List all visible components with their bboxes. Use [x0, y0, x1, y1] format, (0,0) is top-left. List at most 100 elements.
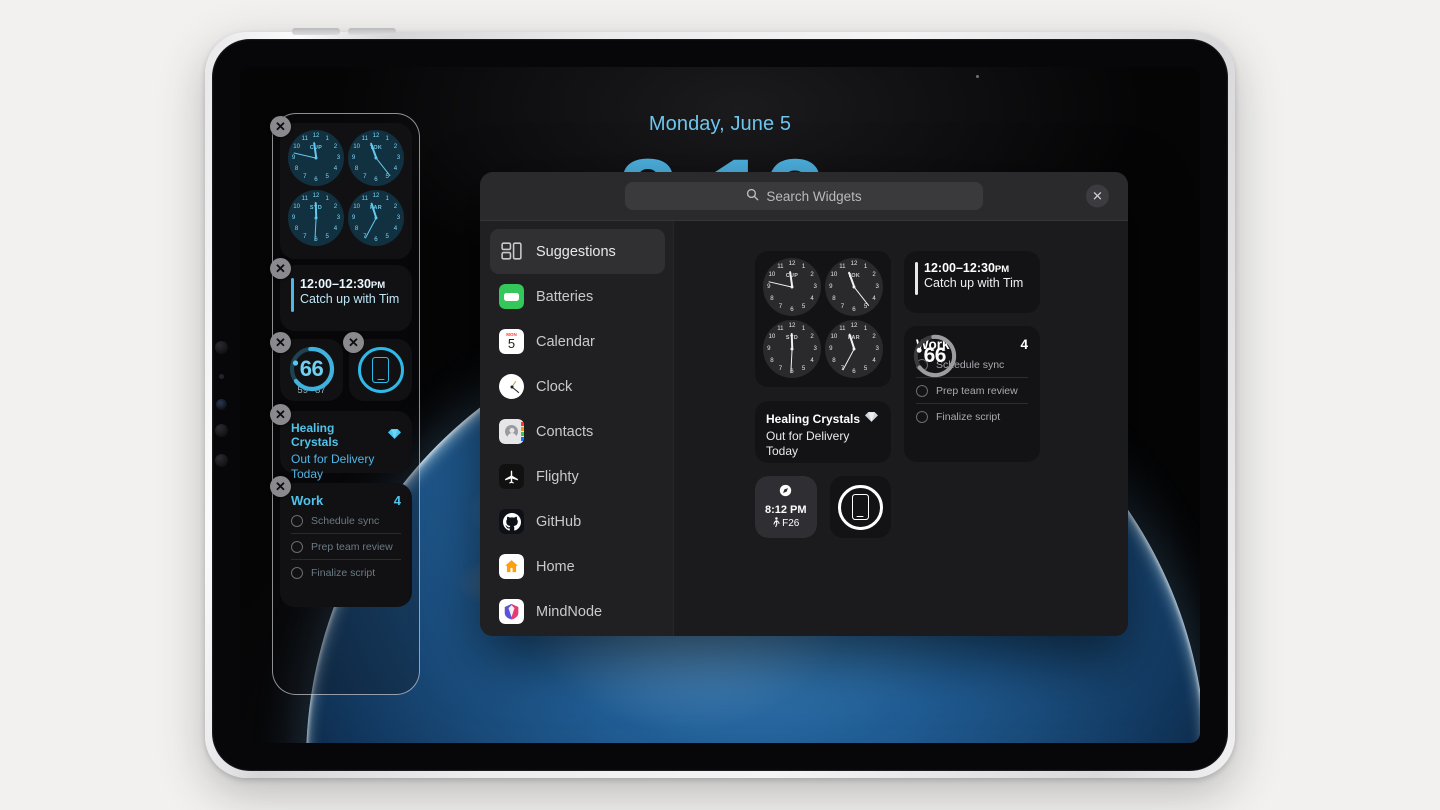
clock-numeral: 1 — [385, 194, 389, 202]
widget-app-label: Flighty — [536, 468, 579, 485]
stack-battery-value: 66 — [299, 355, 324, 381]
clock-numeral: 7 — [840, 303, 845, 311]
remove-world-clock-widget-button[interactable]: ✕ — [270, 116, 291, 137]
widget-app-row-contacts[interactable]: Contacts — [490, 409, 665, 454]
clock-minute-hand — [842, 348, 855, 371]
widget-app-row-mindnode[interactable]: MindNode — [490, 589, 665, 634]
home-icon — [499, 554, 524, 579]
preview-find-my-widget[interactable] — [829, 476, 891, 538]
remove-battery-widget-button[interactable]: ✕ — [270, 332, 291, 353]
clock-numeral: 6 — [374, 176, 378, 184]
clock-numeral: 2 — [393, 202, 398, 210]
stack-event-time: 12:00–12:30 — [300, 277, 371, 291]
clock-numeral: 3 — [396, 213, 401, 221]
clock-numeral: 10 — [353, 202, 360, 210]
reminder-item[interactable]: Prep team review — [291, 533, 401, 559]
clock-numeral: 8 — [832, 356, 836, 364]
batteries-icon — [499, 284, 524, 309]
widget-app-row-flighty[interactable]: Flighty — [490, 454, 665, 499]
world-clock-grid: 1 2 3 4 5 6 7 8 9 10 11 12 CUP 1 2 3 4 5 6 7 8 9 10 11 12 TOK 1 2 3 4… — [280, 123, 412, 253]
clock-numeral: 12 — [372, 191, 380, 199]
bezel-sensor-2 — [219, 374, 224, 379]
stack-event-widget[interactable]: 12:00–12:30PM Catch up with Tim — [280, 265, 412, 331]
volume-down-button[interactable] — [348, 28, 396, 35]
widget-app-row-batteries[interactable]: Batteries — [490, 274, 665, 319]
clock-numeral: 12 — [788, 259, 796, 267]
reminder-checkbox[interactable] — [916, 411, 928, 423]
clock-numeral: 9 — [829, 282, 833, 290]
reminder-item[interactable]: Finalize script — [916, 403, 1028, 429]
widget-app-label: Contacts — [536, 423, 594, 440]
reminder-item[interactable]: Prep team review — [916, 377, 1028, 403]
preview-shipment-widget[interactable]: Healing Crystals Out for Delivery Today — [755, 401, 891, 463]
clock-numeral: 8 — [770, 356, 774, 364]
clock-numeral: 10 — [293, 202, 300, 210]
clock-numeral: 1 — [385, 134, 389, 142]
preview-reminders-count: 4 — [1020, 337, 1028, 352]
clock-numeral: 2 — [333, 142, 338, 150]
preview-world-clock-widget[interactable]: 1 2 3 4 5 6 7 8 9 10 11 12 CUP 1 2 3 4 5 6 7 8 9 10 11 12 TOK 1 2 3 4… — [755, 251, 891, 387]
reminder-label: Finalize script — [936, 411, 1001, 423]
reminder-checkbox[interactable] — [291, 515, 303, 527]
clock-numeral: 1 — [801, 324, 806, 332]
widget-app-row-github[interactable]: GitHub — [490, 499, 665, 544]
stack-shipment-status: Out for Delivery — [291, 452, 375, 466]
widget-app-row-suggestions[interactable]: Suggestions — [490, 229, 665, 274]
clock-minute-hand — [375, 157, 391, 177]
clock-numeral: 5 — [325, 233, 329, 241]
reminder-checkbox[interactable] — [291, 567, 303, 579]
widget-app-row-calendar[interactable]: MON 5 Calendar — [490, 319, 665, 364]
remove-event-widget-button[interactable]: ✕ — [270, 258, 291, 279]
phone-ring-icon — [837, 484, 883, 530]
preview-flighty-widget[interactable]: 8:12 PM F26 — [755, 476, 817, 538]
stack-world-clock-widget[interactable]: 1 2 3 4 5 6 7 8 9 10 11 12 CUP 1 2 3 4 5 6 7 8 9 10 11 12 TOK 1 2 3 4… — [280, 123, 412, 259]
close-gallery-button[interactable]: ✕ — [1086, 184, 1109, 208]
widget-app-list[interactable]: Suggestions Batteries MON 5 Calendar Clock Con… — [480, 221, 673, 636]
clock-numeral: 7 — [363, 173, 367, 181]
clock-center-hub — [374, 156, 378, 160]
preview-flighty-gate: F26 — [782, 518, 800, 529]
preview-battery-ring-widget[interactable]: 66 59 87 — [904, 326, 966, 388]
reminder-checkbox[interactable] — [916, 385, 928, 397]
stack-reminders-widget[interactable]: Work 4 Schedule sync Prep team review Fina… — [280, 483, 412, 607]
clock-numeral: 6 — [852, 306, 856, 314]
stack-shipment-when: Today — [291, 466, 324, 481]
reminder-label: Prep team review — [936, 385, 1018, 397]
clock-numeral: 4 — [810, 294, 814, 302]
clock-numeral: 8 — [770, 294, 774, 302]
clock-numeral: 4 — [333, 165, 338, 173]
widget-app-label: Home — [536, 558, 575, 575]
clock-numeral: 10 — [830, 333, 838, 341]
clock-numeral: 4 — [810, 356, 814, 364]
clock-center-hub — [314, 216, 318, 220]
preview-event-widget[interactable]: 12:00–12:30PM Catch up with Tim — [904, 251, 1040, 313]
clock-numeral: 3 — [336, 153, 341, 161]
stack-battery-ring-widget[interactable]: 66 59 87 — [280, 339, 343, 401]
remove-shipment-widget-button[interactable]: ✕ — [270, 404, 291, 425]
clock-center-hub — [374, 216, 378, 220]
reminder-label: Prep team review — [311, 541, 393, 553]
widget-app-row-home[interactable]: Home — [490, 544, 665, 589]
reminder-checkbox[interactable] — [291, 541, 303, 553]
ipad-screen: Monday, June 5 8:12 ✕ 123456789101112CUP… — [240, 67, 1200, 743]
contacts-icon — [499, 419, 524, 444]
stack-shipment-widget[interactable]: Healing Crystals Out for Delivery Today — [280, 411, 412, 481]
volume-up-button[interactable] — [292, 28, 340, 35]
calendar-icon: MON 5 — [499, 329, 524, 354]
clock-numeral: 12 — [850, 259, 858, 267]
clock-numeral: 3 — [336, 213, 341, 221]
remove-find-my-widget-button[interactable]: ✕ — [343, 332, 364, 353]
widget-app-row-clock[interactable]: Clock — [490, 364, 665, 409]
remove-reminders-widget-button[interactable]: ✕ — [270, 476, 291, 497]
reminder-item[interactable]: Schedule sync — [291, 508, 401, 533]
clock-numeral: 5 — [385, 233, 389, 241]
clock-center-hub — [852, 285, 856, 289]
compass-icon — [779, 484, 792, 502]
search-widgets-field[interactable]: Search Widgets — [625, 182, 983, 210]
widget-app-label: Batteries — [536, 288, 594, 305]
clock-numeral: 11 — [839, 324, 846, 332]
clock-numeral: 2 — [333, 202, 338, 210]
clock-numeral: 5 — [863, 365, 868, 373]
reminder-item[interactable]: Finalize script — [291, 559, 401, 585]
preview-shipment-title: Healing Crystals — [766, 411, 861, 426]
